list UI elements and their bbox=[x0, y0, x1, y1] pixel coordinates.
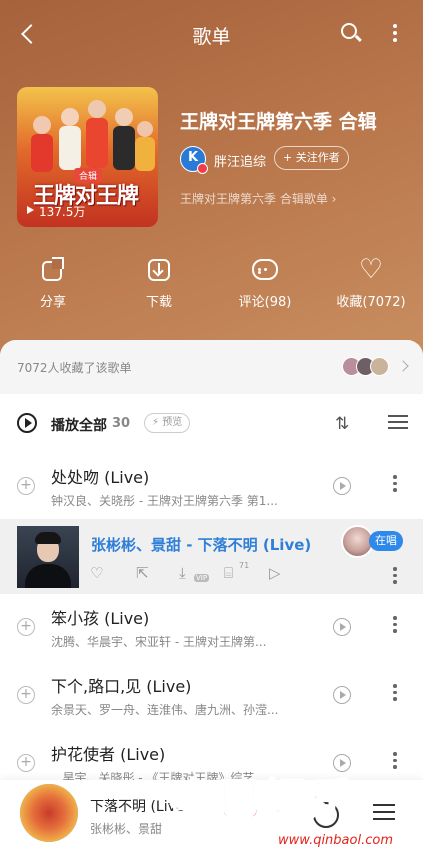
song-row[interactable]: + 处处吻 (Live) 钟汉良、关晓彤 - 王牌对王牌第六季 第1... bbox=[0, 456, 423, 522]
comment-icon[interactable]: ⌸ bbox=[224, 564, 233, 582]
vip-badge: VIP bbox=[194, 574, 210, 582]
share-label: 分享 bbox=[39, 295, 66, 310]
add-icon[interactable]: + bbox=[17, 686, 35, 704]
mv-icon[interactable]: ▷ bbox=[269, 564, 281, 582]
comment-count: 71 bbox=[239, 561, 250, 570]
top-bar: 歌单 bbox=[0, 14, 423, 54]
sort-icon[interactable]: ⇅ bbox=[335, 414, 355, 434]
favorite-label: 收藏(7072) bbox=[336, 295, 406, 310]
watermark-text: 秦巴娱乐 bbox=[170, 774, 355, 827]
song-more-icon[interactable] bbox=[393, 567, 399, 589]
singing-badge[interactable]: 在唱 bbox=[369, 531, 403, 551]
playlist-description[interactable]: 王牌对王牌第六季 合辑歌单 › bbox=[180, 190, 336, 207]
follow-button[interactable]: + 关注作者 bbox=[274, 146, 349, 170]
play-all-label: 播放全部 bbox=[51, 418, 107, 434]
song-title: 护花使者 (Live) bbox=[51, 745, 166, 764]
song-more-icon[interactable] bbox=[393, 616, 399, 638]
now-playing-row[interactable]: 张彬彬、景甜 - 下落不明 (Live) ♡ ⇱ ⤓ VIP ⌸ 71 ▷ 在唱 bbox=[0, 519, 423, 594]
song-more-icon[interactable] bbox=[393, 684, 399, 706]
play-count-icon bbox=[25, 205, 35, 215]
collector-avatars bbox=[342, 357, 392, 377]
song-subtitle: 钟汉良、关晓彤 - 王牌对王牌第六季 第1... bbox=[51, 494, 278, 508]
verified-icon bbox=[197, 163, 208, 174]
song-title: 下个,路口,见 (Live) bbox=[51, 677, 192, 696]
comment-label: 评论(98) bbox=[238, 295, 292, 310]
mini-player-artist: 张彬彬、景甜 bbox=[90, 822, 163, 836]
now-playing-tools: ♡ ⇱ ⤓ VIP ⌸ 71 ▷ bbox=[88, 561, 298, 584]
mv-icon[interactable] bbox=[333, 686, 351, 704]
mv-icon[interactable] bbox=[333, 618, 351, 636]
song-subtitle: 沈腾、华晨宇、宋亚轩 - 王牌对王牌第... bbox=[51, 635, 267, 649]
multi-select-icon[interactable] bbox=[388, 415, 408, 433]
download-icon[interactable]: ⤓ bbox=[179, 564, 186, 582]
creator-name[interactable]: 胖汪追综 bbox=[214, 151, 266, 170]
watermark-url: www.qinbaol.com bbox=[278, 833, 393, 848]
song-title: 处处吻 (Live) bbox=[51, 468, 150, 487]
share-icon bbox=[38, 255, 68, 285]
comment-icon bbox=[250, 255, 280, 285]
comment-button[interactable]: 评论(98) bbox=[225, 255, 305, 310]
download-label: 下载 bbox=[145, 295, 172, 310]
playlist-cover[interactable]: 合辑 王牌对王牌 137.5万 bbox=[17, 87, 158, 227]
mv-icon[interactable] bbox=[333, 477, 351, 495]
song-subtitle: 余景天、罗一舟、连淮伟、唐九洲、孙滢... bbox=[51, 703, 279, 717]
play-all-row[interactable]: 播放全部 30 ⚡ 预览 ⇅ bbox=[0, 408, 423, 440]
more-icon[interactable] bbox=[386, 24, 404, 46]
preview-button[interactable]: ⚡ 预览 bbox=[144, 413, 191, 433]
song-row[interactable]: + 下个,路口,见 (Live) 余景天、罗一舟、连淮伟、唐九洲、孙滢... bbox=[0, 665, 423, 731]
song-count: 30 bbox=[112, 416, 131, 431]
play-all-icon[interactable] bbox=[17, 413, 37, 433]
add-icon[interactable]: + bbox=[17, 477, 35, 495]
collectors-text: 7072人收藏了该歌单 bbox=[17, 361, 132, 375]
heart-icon: ♡ bbox=[358, 254, 384, 285]
download-icon bbox=[144, 255, 174, 285]
play-count: 137.5万 bbox=[39, 205, 86, 219]
chevron-right-icon bbox=[397, 360, 409, 372]
search-icon[interactable] bbox=[338, 20, 364, 46]
playlist-title: 王牌对王牌第六季 合辑 bbox=[180, 111, 377, 133]
add-icon[interactable]: + bbox=[17, 754, 35, 772]
like-icon[interactable]: ♡ bbox=[90, 564, 103, 582]
song-more-icon[interactable] bbox=[393, 475, 399, 497]
now-playing-thumbnail[interactable] bbox=[17, 526, 79, 588]
now-playing-title: 张彬彬、景甜 - 下落不明 (Live) bbox=[91, 536, 312, 554]
share-icon[interactable]: ⇱ bbox=[136, 564, 149, 582]
mini-player-disc[interactable] bbox=[20, 784, 78, 842]
share-button[interactable]: 分享 bbox=[13, 255, 93, 310]
collectors-bar[interactable]: 7072人收藏了该歌单 bbox=[0, 340, 423, 394]
add-icon[interactable]: + bbox=[17, 618, 35, 636]
favorite-button[interactable]: ♡ 收藏(7072) bbox=[330, 254, 412, 311]
creator-avatar[interactable]: K bbox=[180, 146, 208, 174]
download-button[interactable]: 下载 bbox=[119, 255, 199, 310]
watermark-logo: 秦巴娱乐 www.qinbaol.com bbox=[168, 760, 423, 853]
song-row[interactable]: + 笨小孩 (Live) 沈腾、华晨宇、宋亚轩 - 王牌对王牌第... bbox=[0, 597, 423, 663]
song-title: 笨小孩 (Live) bbox=[51, 609, 150, 628]
